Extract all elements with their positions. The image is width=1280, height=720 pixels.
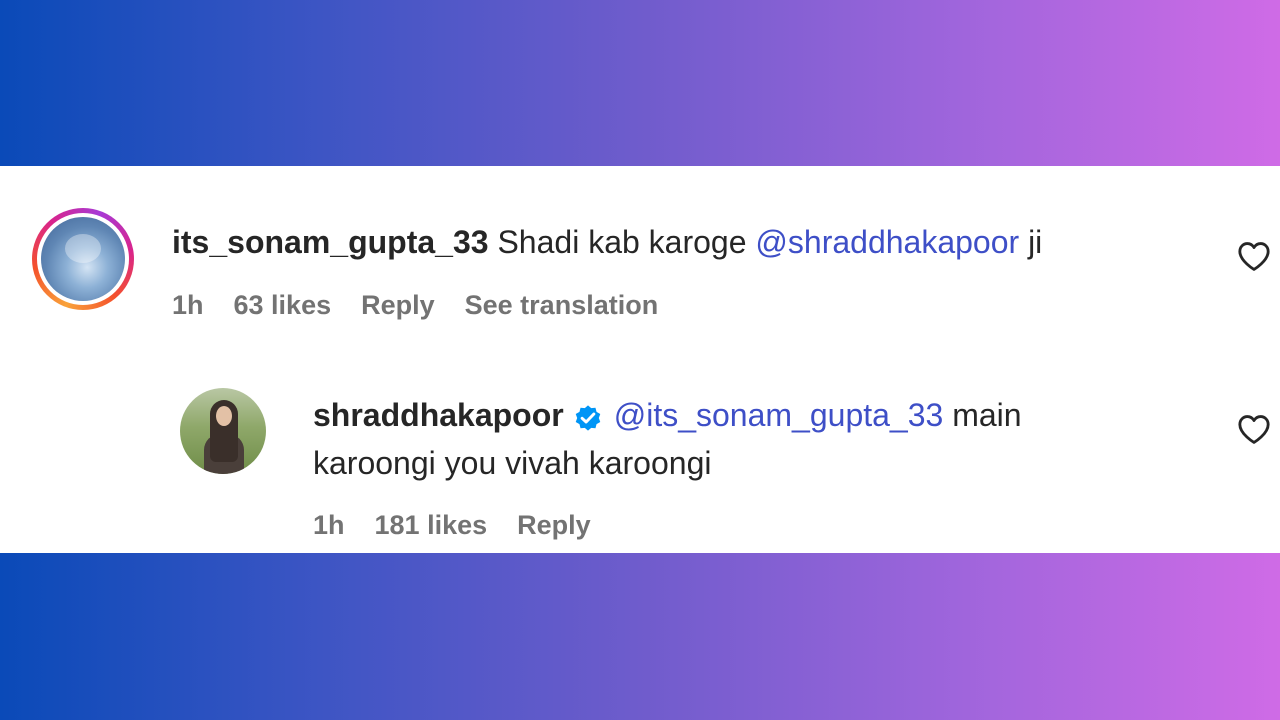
replier-avatar[interactable]: [180, 388, 266, 474]
top-gradient-banner: [0, 0, 1280, 166]
reply-text-line-2: karoongi you vivah karoongi: [313, 443, 711, 483]
reply-likes-count[interactable]: 181 likes: [375, 508, 488, 542]
commenter-avatar-image: [41, 217, 125, 301]
reply-reply-button[interactable]: Reply: [517, 508, 591, 542]
heart-outline-icon[interactable]: [1237, 413, 1271, 445]
comment-timestamp: 1h: [172, 290, 204, 320]
reply-mention-link[interactable]: @its_sonam_gupta_33: [614, 397, 944, 433]
see-translation-button[interactable]: See translation: [465, 288, 659, 322]
verified-badge-icon: [575, 404, 600, 431]
comment-reply-button[interactable]: Reply: [361, 288, 435, 322]
reply-body-line-2: karoongi you vivah karoongi: [313, 445, 712, 481]
commenter-username[interactable]: its_sonam_gupta_33: [172, 224, 489, 260]
replier-username[interactable]: shraddhakapoor: [313, 397, 564, 433]
comment-mention-link[interactable]: @shraddhakapoor: [755, 224, 1019, 260]
comment-body-suffix: ji: [1028, 224, 1043, 260]
heart-outline-icon[interactable]: [1237, 240, 1271, 272]
comment-meta-row: 1h 63 likes Reply See translation: [172, 288, 658, 322]
comment-body: Shadi kab karoge: [497, 224, 747, 260]
reply-meta-row: 1h 181 likes Reply: [313, 508, 591, 542]
reply-timestamp: 1h: [313, 510, 345, 540]
reply-body-line-1: main: [952, 397, 1022, 433]
comment-likes-count[interactable]: 63 likes: [234, 288, 332, 322]
reply-text-line-1: shraddhakapoor @its_sonam_gupta_33 main: [313, 395, 1022, 435]
commenter-avatar[interactable]: [32, 208, 134, 310]
bottom-gradient-banner: [0, 553, 1280, 720]
comment-text-line: its_sonam_gupta_33 Shadi kab karoge @shr…: [172, 222, 1042, 262]
